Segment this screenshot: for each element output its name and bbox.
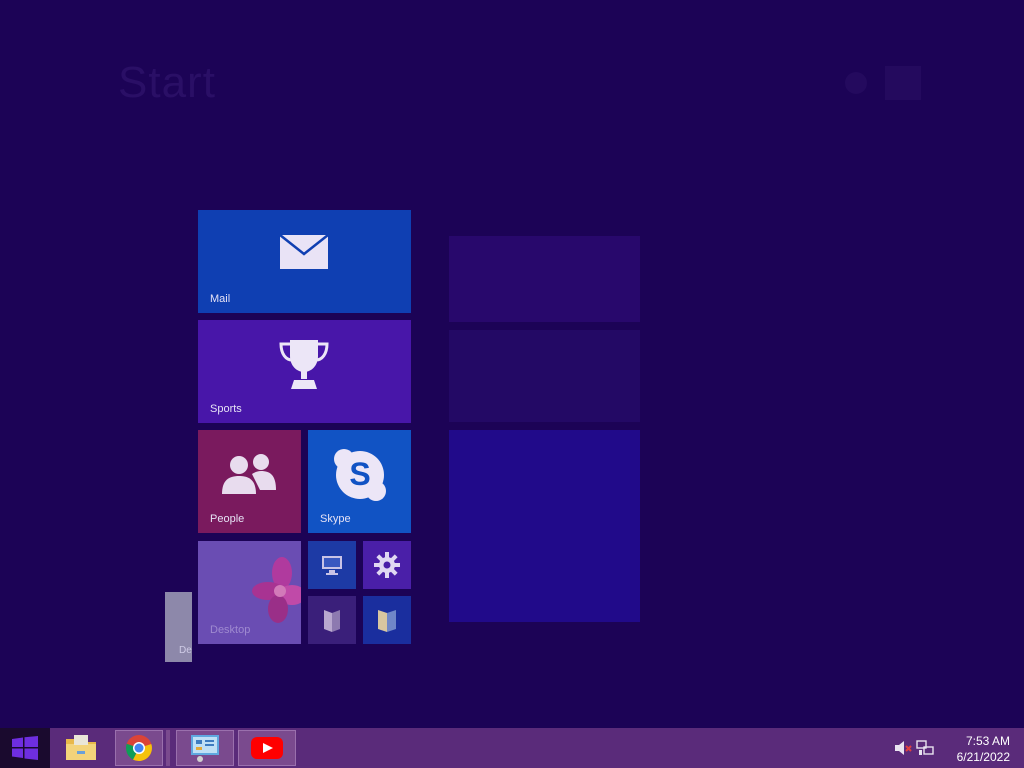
tile-sports[interactable]: Sports bbox=[198, 320, 411, 423]
search-icon[interactable] bbox=[845, 72, 867, 94]
tile-desktop[interactable]: Desktop bbox=[198, 541, 301, 644]
clock[interactable]: 7:53 AM 6/21/2022 bbox=[957, 733, 1010, 765]
gear-icon bbox=[374, 552, 400, 578]
book-icon bbox=[324, 610, 340, 632]
tile-label: Sports bbox=[210, 403, 242, 415]
start-button[interactable] bbox=[0, 728, 50, 768]
taskbar-control-panel[interactable] bbox=[176, 730, 234, 766]
flower-wallpaper-icon bbox=[252, 557, 301, 623]
tile-mail[interactable]: Mail bbox=[198, 210, 411, 313]
clock-time: 7:53 AM bbox=[965, 734, 1010, 748]
tile-label: Skype bbox=[320, 513, 351, 525]
dimmed-tile-finance[interactable] bbox=[449, 330, 640, 422]
dragged-tile[interactable]: De bbox=[165, 592, 192, 662]
tile-reader[interactable] bbox=[363, 596, 411, 644]
system-tray: 7:53 AM 6/21/2022 bbox=[894, 728, 1024, 768]
clock-date: 6/21/2022 bbox=[956, 750, 1010, 764]
tile-people[interactable]: People bbox=[198, 430, 301, 533]
tile-label: Desktop bbox=[210, 624, 251, 636]
tile-this-pc[interactable] bbox=[308, 541, 356, 589]
taskbar-youtube[interactable] bbox=[238, 730, 296, 766]
trophy-icon bbox=[279, 340, 329, 389]
youtube-icon bbox=[251, 737, 283, 759]
tile-pc-settings[interactable] bbox=[363, 541, 411, 589]
dimmed-tile-large[interactable] bbox=[449, 430, 640, 622]
book-open-icon bbox=[378, 610, 396, 632]
volume-muted-icon[interactable] bbox=[894, 740, 912, 756]
tile-label: Mail bbox=[210, 293, 231, 305]
computer-icon bbox=[322, 556, 342, 575]
file-explorer-icon bbox=[66, 735, 96, 760]
dimmed-tile-photos[interactable] bbox=[449, 236, 640, 322]
svg-text:S: S bbox=[349, 456, 370, 492]
control-panel-icon bbox=[191, 735, 219, 762]
taskbar-file-explorer[interactable] bbox=[57, 730, 105, 766]
taskbar: 7:53 AM 6/21/2022 bbox=[0, 728, 1024, 768]
mail-icon bbox=[279, 234, 329, 269]
user-account-area[interactable] bbox=[845, 64, 935, 104]
people-icon bbox=[222, 454, 276, 494]
tile-skype[interactable]: S Skype bbox=[308, 430, 411, 533]
tile-reading-list[interactable] bbox=[308, 596, 356, 644]
tile-label: People bbox=[210, 513, 245, 525]
taskbar-chrome[interactable] bbox=[115, 730, 163, 766]
network-icon[interactable] bbox=[916, 740, 934, 756]
taskbar-separator bbox=[166, 730, 170, 766]
user-avatar-icon[interactable] bbox=[885, 66, 921, 100]
skype-icon: S bbox=[334, 449, 386, 501]
start-screen-title: Start bbox=[118, 58, 216, 107]
chrome-icon bbox=[125, 735, 152, 762]
windows-logo-icon bbox=[12, 736, 38, 760]
dragged-tile-label: De bbox=[179, 645, 192, 656]
